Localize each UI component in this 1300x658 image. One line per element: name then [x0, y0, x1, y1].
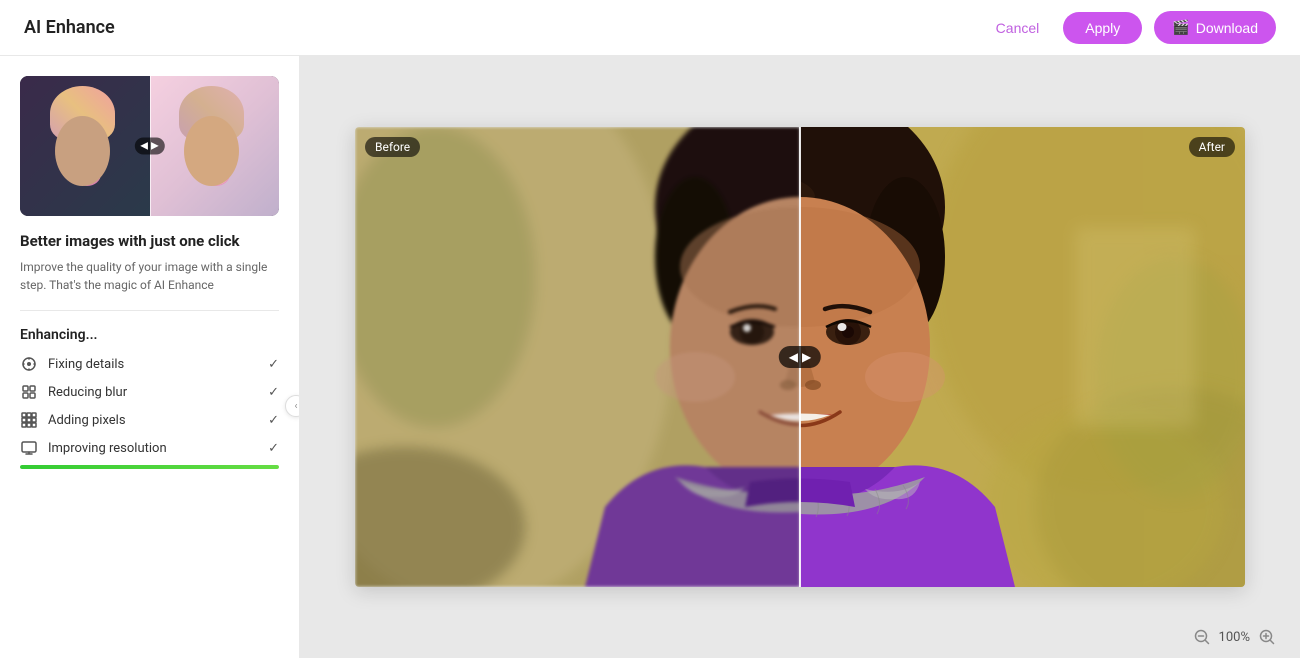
enhancing-section: Enhancing... Fixing details ✓ [20, 327, 279, 469]
step-adding-label: Adding pixels [48, 413, 258, 428]
progress-bar [20, 465, 279, 469]
enhancing-title: Enhancing... [20, 327, 279, 343]
zoom-in-button[interactable] [1258, 628, 1276, 646]
description-text: Improve the quality of your image with a… [20, 258, 279, 294]
step-adding-check: ✓ [268, 413, 279, 428]
image-compare[interactable]: Before After [355, 127, 1245, 587]
preview-after-face [174, 86, 254, 206]
step-reducing-check: ✓ [268, 385, 279, 400]
download-button[interactable]: Download [1154, 11, 1276, 44]
monitor-icon [20, 439, 38, 457]
step-reducing-blur: Reducing blur ✓ [20, 383, 279, 401]
compare-handle[interactable]: ◀ ▶ [779, 346, 821, 368]
left-arrow-icon: ◀ [789, 350, 798, 364]
right-arrow-icon: ▶ [802, 350, 811, 364]
step-improving-resolution: Improving resolution ✓ [20, 439, 279, 457]
grid2-icon [20, 411, 38, 429]
apply-button[interactable]: Apply [1063, 12, 1142, 44]
step-reducing-label: Reducing blur [48, 385, 258, 400]
sidebar-description: Better images with just one click Improv… [20, 232, 279, 294]
after-label: After [1189, 137, 1235, 157]
zoom-out-button[interactable] [1193, 628, 1211, 646]
preview-thumbnail: ◀ ▶ [20, 76, 279, 216]
zoom-level: 100% [1219, 630, 1250, 645]
before-svg [355, 127, 800, 587]
after-svg [800, 127, 1245, 587]
after-panel [800, 127, 1245, 587]
bubble-gum [73, 162, 101, 186]
preview-before-face [45, 86, 125, 206]
settings-icon [20, 355, 38, 373]
collapse-button[interactable]: ‹ [285, 395, 300, 417]
step-fixing-check: ✓ [268, 357, 279, 372]
preview-handle[interactable]: ◀ ▶ [134, 138, 164, 155]
cancel-button[interactable]: Cancel [984, 12, 1052, 44]
sidebar-divider [20, 310, 279, 311]
before-label: Before [365, 137, 420, 157]
step-resolution-label: Improving resolution [48, 441, 258, 456]
bubble-gum-after [202, 162, 230, 186]
handle-left-arrow: ◀ [140, 141, 148, 152]
step-adding-pixels: Adding pixels ✓ [20, 411, 279, 429]
steps-list: Fixing details ✓ Reducing blur ✓ [20, 355, 279, 457]
step-fixing-details: Fixing details ✓ [20, 355, 279, 373]
preview-before [20, 76, 150, 216]
header-actions: Cancel Apply Download [984, 11, 1276, 44]
after-image [800, 127, 1245, 587]
header: AI Enhance Cancel Apply Download [0, 0, 1300, 56]
canvas-area: Before After [300, 56, 1300, 658]
step-resolution-check: ✓ [268, 441, 279, 456]
footer-zoom: 100% [1193, 628, 1276, 646]
progress-fill [20, 465, 279, 469]
before-panel [355, 127, 800, 587]
description-title: Better images with just one click [20, 232, 279, 250]
page-title: AI Enhance [24, 17, 115, 38]
handle-right-arrow: ▶ [151, 141, 159, 152]
sidebar: ◀ ▶ Better images with just one click Im… [0, 56, 300, 658]
before-image [355, 127, 800, 587]
main-layout: ◀ ▶ Better images with just one click Im… [0, 56, 1300, 658]
preview-after [150, 76, 280, 216]
step-fixing-label: Fixing details [48, 357, 258, 372]
grid-icon [20, 383, 38, 401]
